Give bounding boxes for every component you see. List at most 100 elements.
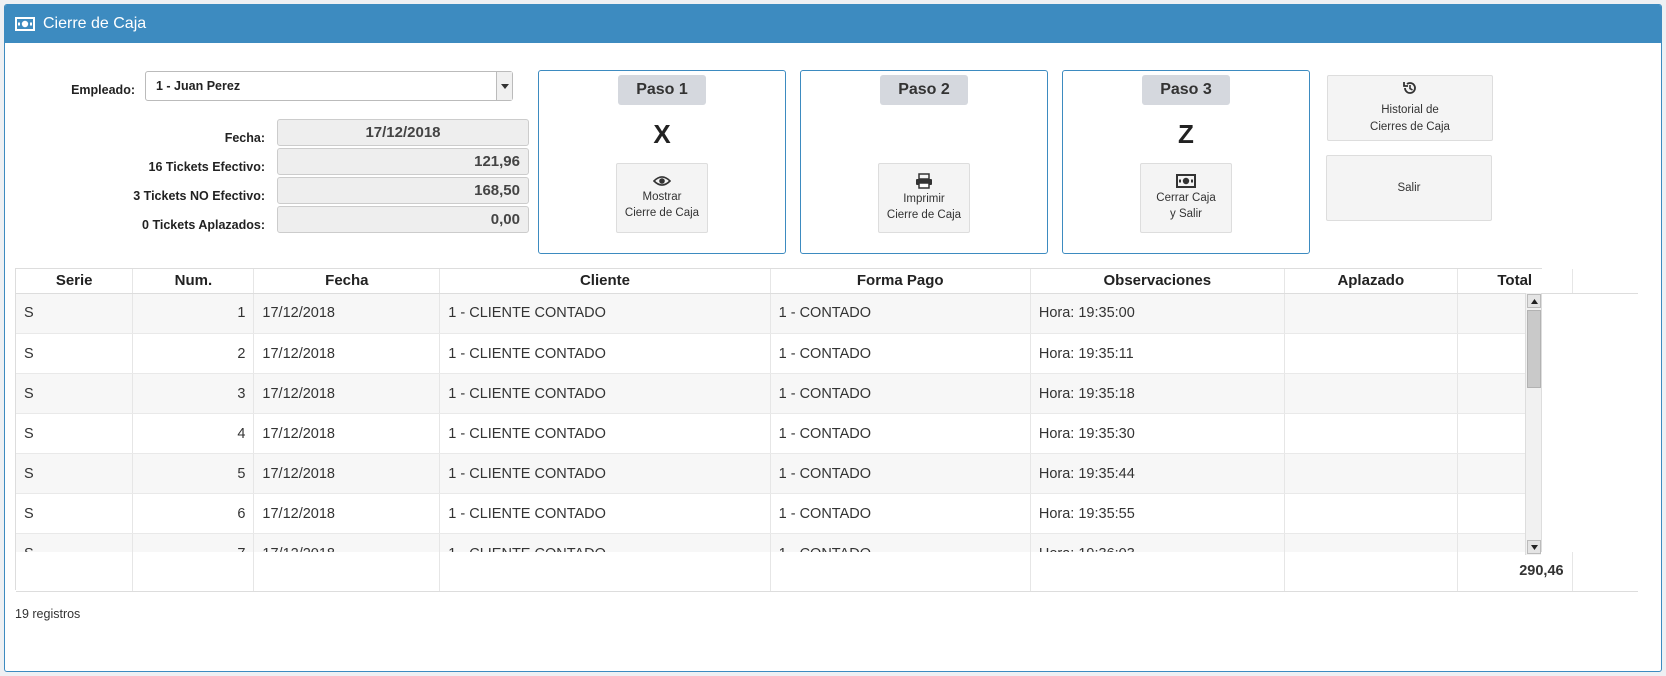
table-cell-observaciones: Hora: 19:35:18 [1030,373,1285,414]
table-cell-fecha: 17/12/2018 [253,493,441,534]
col-header-total[interactable]: Total [1457,269,1573,294]
table-cell-forma-pago: 1 - CONTADO [770,333,1031,374]
table-cell-cliente: 1 - CLIENTE CONTADO [439,373,771,414]
cerrar-line1: Cerrar Caja [1156,192,1216,204]
table-cell-observaciones: Hora: 19:35:55 [1030,493,1285,534]
empleado-label: Empleado: [71,83,135,97]
table-cell-cliente: 1 - CLIENTE CONTADO [439,533,771,552]
table-cell-serie: S [16,453,134,494]
table-cell-aplazado [1284,493,1458,534]
empleado-select[interactable]: 1 - Juan Perez [145,71,513,101]
step-3-letter: Z [1178,119,1194,149]
cerrar-caja-button[interactable]: Cerrar Caja y Salir [1140,163,1232,233]
aplazados-label: 0 Tickets Aplazados: [142,218,265,232]
mostrar-line2: Cierre de Caja [624,207,700,219]
page-title: Cierre de Caja [43,15,147,32]
table-cell-num: 6 [132,493,255,534]
table-cell-serie: S [16,373,134,414]
table-cell-cliente: 1 - CLIENTE CONTADO [439,453,771,494]
table-row[interactable]: S 1 17/12/2018 1 - CLIENTE CONTADO 1 - CONTA… [16,293,1541,334]
efectivo-field: 121,96 [277,148,529,175]
table-row[interactable]: S717/12/20181 - CLIENTE CONTADO1 - CONTA… [16,533,1541,552]
scroll-thumb[interactable] [1527,310,1541,388]
table-row[interactable]: S 5 17/12/2018 1 - CLIENTE CONTADO 1 - CONTA… [16,453,1541,494]
table-cell-forma-pago: 1 - CONTADO [770,533,1031,552]
table-cell-serie: S [16,293,134,334]
step-1-box: Paso 1 X Mostrar Cierre de Caja [538,70,786,254]
table-scrollbar[interactable] [1525,293,1541,555]
record-count: 19 registros [15,607,81,621]
history-icon [1402,80,1418,102]
mostrar-cierre-button[interactable]: Mostrar Cierre de Caja [616,163,708,233]
table-total: 290,46 [1457,551,1573,592]
table-cell-forma-pago: 1 - CONTADO [770,453,1031,494]
table-cell-observaciones: Hora: 19:35:11 [1030,333,1285,374]
col-header-cliente[interactable]: Cliente [439,269,771,294]
table-cell-num: 7 [132,533,255,552]
col-header-serie[interactable]: Serie [16,269,134,294]
efectivo-label: 16 Tickets Efectivo: [148,160,266,174]
table-body-scroll[interactable]: S 1 17/12/2018 1 - CLIENTE CONTADO 1 - CONTA… [16,293,1541,552]
table-cell-observaciones: Hora: 19:35:44 [1030,453,1285,494]
imprimir-line1: Imprimir [903,193,945,205]
step-2-box: Paso 2 Imprimir Cierre de Caja [800,70,1048,254]
col-header-forma-pago[interactable]: Forma Pago [770,269,1031,294]
table-cell-num: 3 [132,373,255,414]
table-cell-aplazado [1284,373,1458,414]
no-efectivo-field: 168,50 [277,177,529,204]
table-cell-observaciones: Hora: 19:35:00 [1030,293,1285,334]
chevron-down-icon[interactable] [496,72,512,100]
col-header-observaciones[interactable]: Observaciones [1030,269,1285,294]
table-row[interactable]: S 2 17/12/2018 1 - CLIENTE CONTADO 1 - CONTA… [16,333,1541,374]
step-1-letter: X [653,119,671,149]
aplazados-field: 0,00 [277,206,529,233]
step-3-title: Paso 3 [1142,75,1230,105]
table-cell-forma-pago: 1 - CONTADO [770,413,1031,454]
table-row[interactable]: S 3 17/12/2018 1 - CLIENTE CONTADO 1 - CONTA… [16,373,1541,414]
cierre-caja-panel: Cierre de Caja Empleado: 1 - Juan Perez … [4,4,1662,672]
table-cell-aplazado [1284,533,1458,552]
table-cell-observaciones: Hora: 19:35:30 [1030,413,1285,454]
col-header-num[interactable]: Num. [132,269,255,294]
table-cell-fecha: 17/12/2018 [253,373,441,414]
table-cell-serie: S [16,493,134,534]
table-cell-forma-pago: 1 - CONTADO [770,493,1031,534]
table-row[interactable]: S 6 17/12/2018 1 - CLIENTE CONTADO 1 - CONTA… [16,493,1541,534]
cerrar-line2: y Salir [1170,208,1202,220]
historial-line1: Historial de [1381,104,1439,116]
scroll-up-arrow-icon[interactable] [1527,294,1541,308]
fecha-field: 17/12/2018 [277,119,529,146]
money-icon [1176,174,1196,188]
col-header-fecha[interactable]: Fecha [253,269,441,294]
step-1-title: Paso 1 [618,75,706,105]
table-cell-fecha: 17/12/2018 [253,293,441,334]
table-cell-num: 4 [132,413,255,454]
imprimir-line2: Cierre de Caja [886,209,962,221]
printer-icon [915,173,933,189]
table-cell-forma-pago: 1 - CONTADO [770,373,1031,414]
table-cell-num: 1 [132,293,255,334]
empleado-value: 1 - Juan Perez [156,79,241,93]
table-cell-aplazado [1284,333,1458,374]
scroll-down-arrow-icon[interactable] [1527,540,1541,554]
table-cell-num: 5 [132,453,255,494]
fecha-label: Fecha: [224,131,265,145]
mostrar-line1: Mostrar [642,191,682,203]
tickets-table: Serie Num. Fecha Cliente Forma Pago Obse… [15,268,1638,592]
table-cell-aplazado [1284,293,1458,334]
eye-icon [653,175,671,187]
table-row[interactable]: S 4 17/12/2018 1 - CLIENTE CONTADO 1 - CONTA… [16,413,1541,454]
table-cell-fecha: 17/12/2018 [253,413,441,454]
salir-button[interactable]: Salir [1326,155,1492,221]
step-3-box: Paso 3 Z Cerrar Caja y Salir [1062,70,1310,254]
imprimir-cierre-button[interactable]: Imprimir Cierre de Caja [878,163,970,233]
col-header-aplazado[interactable]: Aplazado [1284,269,1458,294]
historial-button[interactable]: Historial de Cierres de Caja [1327,75,1493,141]
table-cell-fecha: 17/12/2018 [253,453,441,494]
table-cell-serie: S [16,413,134,454]
table-cell-aplazado [1284,413,1458,454]
no-efectivo-label: 3 Tickets NO Efectivo: [133,189,265,203]
table-cell-aplazado [1284,453,1458,494]
panel-header: Cierre de Caja [5,5,1661,43]
table-cell-cliente: 1 - CLIENTE CONTADO [439,493,771,534]
